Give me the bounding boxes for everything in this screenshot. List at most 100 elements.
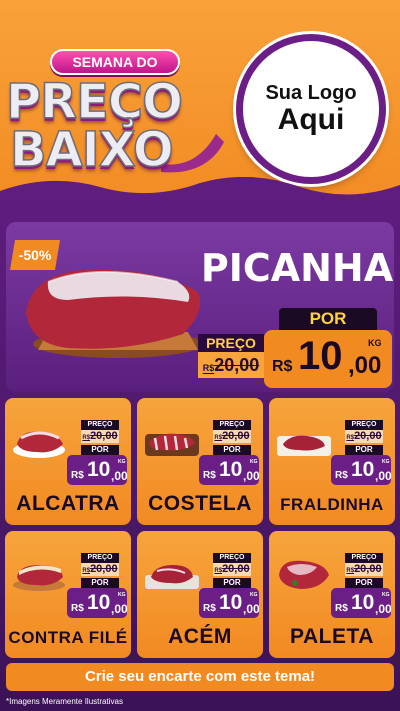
featured-old-price-block: PREÇO R$20,00 bbox=[198, 334, 264, 380]
create-flyer-button[interactable]: Crie seu encarte com este tema! bbox=[6, 663, 394, 691]
price-unit: KG bbox=[382, 459, 390, 465]
price-decimal: ,00 bbox=[243, 469, 260, 483]
price-currency: R$ bbox=[71, 470, 84, 481]
price-unit: KG bbox=[250, 592, 258, 598]
old-price-currency: R$ bbox=[82, 568, 91, 574]
old-price-currency: R$ bbox=[214, 568, 223, 574]
new-price-label: POR bbox=[81, 578, 119, 588]
old-price-amount: 20,00 bbox=[222, 563, 250, 575]
logo-line-2: Aqui bbox=[277, 102, 345, 136]
old-price-label: PREÇO bbox=[345, 420, 383, 430]
old-price-label: PREÇO bbox=[81, 553, 119, 563]
price-integer: 10 bbox=[351, 458, 375, 481]
price-integer: 10 bbox=[219, 591, 243, 614]
price-currency: R$ bbox=[335, 470, 348, 481]
product-name: ACÉM bbox=[168, 625, 232, 648]
campaign-banner: SEMANA DO bbox=[50, 49, 180, 75]
product-name: ALCATRA bbox=[16, 492, 120, 515]
old-price-value: R$20,00 bbox=[81, 430, 119, 443]
new-price-label: POR bbox=[279, 308, 377, 330]
old-price-label: PREÇO bbox=[198, 334, 264, 352]
header: SEMANA DO PREÇO BAIXO Sua Logo Aqui bbox=[0, 0, 400, 215]
old-price-value: R$20,00 bbox=[198, 352, 264, 378]
price-unit: KG bbox=[382, 592, 390, 598]
new-price-label: POR bbox=[81, 445, 119, 455]
product-card[interactable]: PREÇO R$20,00 POR R$ 10 ,00 KG COSTELA bbox=[137, 398, 263, 525]
old-price-amount: 20,00 bbox=[90, 430, 118, 442]
fraldinha-meat-icon bbox=[277, 435, 331, 456]
price-decimal: ,00 bbox=[375, 469, 392, 483]
product-name: COSTELA bbox=[148, 492, 252, 515]
logo-line-1: Sua Logo bbox=[265, 81, 357, 104]
price-integer: 10 bbox=[219, 458, 243, 481]
price-integer: 10 bbox=[87, 458, 111, 481]
old-price-currency: R$ bbox=[346, 568, 355, 574]
logo-placeholder[interactable]: Sua Logo Aqui bbox=[236, 34, 386, 184]
old-price-amount: 20,00 bbox=[354, 430, 382, 442]
price-currency: R$ bbox=[203, 470, 216, 481]
price-currency: R$ bbox=[203, 603, 216, 614]
price-integer: 10 bbox=[351, 591, 375, 614]
price-unit: KG bbox=[250, 459, 258, 465]
price-unit: KG bbox=[118, 459, 126, 465]
old-price-amount: 20,00 bbox=[214, 355, 260, 375]
old-price-currency: R$ bbox=[202, 363, 215, 373]
product-card[interactable]: PREÇO R$20,00 POR R$ 10 ,00 KG CONTRA FI… bbox=[5, 531, 131, 658]
price-decimal: ,00 bbox=[111, 602, 128, 616]
old-price-currency: R$ bbox=[214, 435, 223, 441]
price-currency: R$ bbox=[335, 603, 348, 614]
old-price-label: PREÇO bbox=[81, 420, 119, 430]
old-price-currency: R$ bbox=[346, 435, 355, 441]
price-decimal: ,00 bbox=[111, 469, 128, 483]
product-card[interactable]: PREÇO R$20,00 POR R$ 10 ,00 KG PALETA bbox=[269, 531, 395, 658]
price-unit: KG bbox=[368, 338, 382, 348]
new-price: R$ 10 ,00 KG bbox=[331, 588, 392, 618]
alcatra-meat-icon bbox=[13, 431, 65, 458]
old-price-label: PREÇO bbox=[345, 553, 383, 563]
product-card[interactable]: PREÇO R$20,00 POR R$ 10 ,00 KG ACÉM bbox=[137, 531, 263, 658]
old-price-value: R$20,00 bbox=[213, 430, 251, 443]
product-name: FRALDINHA bbox=[280, 495, 384, 514]
old-price-label: PREÇO bbox=[213, 553, 251, 563]
price-decimal: ,00 bbox=[375, 602, 392, 616]
product-name: PALETA bbox=[290, 625, 374, 648]
new-price: R$ 10 ,00 KG bbox=[67, 455, 128, 485]
costela-meat-icon bbox=[145, 433, 199, 456]
new-price: R$ 10 ,00 KG bbox=[331, 455, 392, 485]
price-integer: 10 bbox=[298, 334, 343, 378]
disclaimer-text: *Imagens Meramente Ilustrativas bbox=[6, 697, 123, 706]
old-price-amount: 20,00 bbox=[222, 430, 250, 442]
price-currency: R$ bbox=[272, 358, 293, 375]
old-price-label: PREÇO bbox=[213, 420, 251, 430]
new-price-label: POR bbox=[213, 445, 251, 455]
featured-new-price: R$ 10 ,00 KG bbox=[264, 330, 392, 388]
price-decimal: ,00 bbox=[243, 602, 260, 616]
price-unit: KG bbox=[118, 592, 126, 598]
product-card[interactable]: PREÇO R$20,00 POR R$ 10 ,00 KG ALCATRA bbox=[5, 398, 131, 525]
campaign-word-baixo: BAIXO bbox=[9, 121, 174, 179]
price-currency: R$ bbox=[71, 603, 84, 614]
new-price: R$ 10 ,00 KG bbox=[67, 588, 128, 618]
price-integer: 10 bbox=[87, 591, 111, 614]
product-name: CONTRA FILÉ bbox=[8, 628, 128, 647]
paleta-meat-icon bbox=[279, 560, 329, 589]
old-price-currency: R$ bbox=[82, 435, 91, 441]
product-card[interactable]: PREÇO R$20,00 POR R$ 10 ,00 KG FRALDINHA bbox=[269, 398, 395, 525]
logo-text: Sua Logo Aqui bbox=[265, 81, 357, 136]
old-price-value: R$20,00 bbox=[345, 563, 383, 576]
price-decimal: ,00 bbox=[348, 352, 382, 379]
old-price-amount: 20,00 bbox=[90, 563, 118, 575]
new-price: R$ 10 ,00 KG bbox=[199, 588, 260, 618]
old-price-value: R$20,00 bbox=[213, 563, 251, 576]
featured-product-name: PICANHA bbox=[200, 246, 394, 290]
acem-meat-icon bbox=[145, 565, 199, 589]
new-price-label: POR bbox=[345, 445, 383, 455]
new-price-label: POR bbox=[213, 578, 251, 588]
contra-file-meat-icon bbox=[13, 565, 65, 591]
campaign-logo: SEMANA DO PREÇO BAIXO bbox=[5, 44, 224, 184]
old-price-amount: 20,00 bbox=[354, 563, 382, 575]
new-price: R$ 10 ,00 KG bbox=[199, 455, 260, 485]
discount-badge: -50% bbox=[10, 240, 60, 270]
old-price-value: R$20,00 bbox=[81, 563, 119, 576]
new-price-label: POR bbox=[345, 578, 383, 588]
